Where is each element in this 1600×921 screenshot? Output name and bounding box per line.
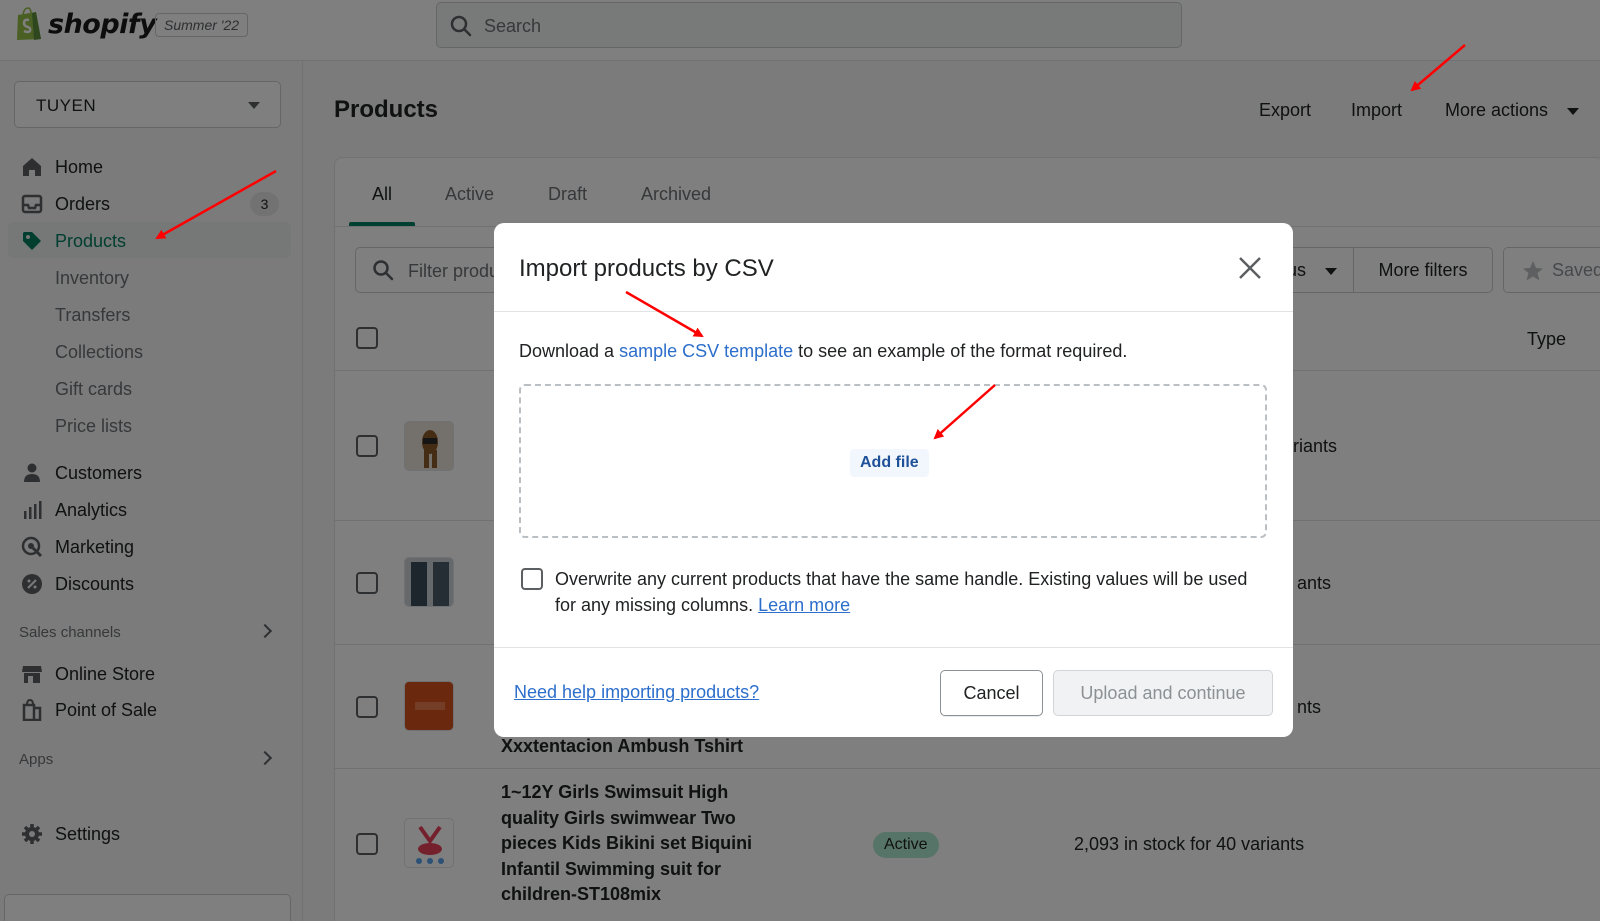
desc-text-after: to see an example of the format required…	[793, 341, 1128, 361]
add-file-button[interactable]: Add file	[850, 449, 929, 477]
upload-and-continue-button[interactable]: Upload and continue	[1053, 670, 1273, 716]
overwrite-label: Overwrite any current products that have…	[555, 566, 1255, 618]
modal-description: Download a sample CSV template to see an…	[519, 341, 1127, 362]
modal-header-divider	[494, 311, 1293, 312]
overwrite-checkbox[interactable]	[521, 568, 543, 590]
desc-text-before: Download a	[519, 341, 620, 361]
import-csv-modal: Import products by CSV Download a sample…	[494, 223, 1293, 737]
modal-title: Import products by CSV	[519, 255, 774, 282]
close-icon[interactable]	[1237, 255, 1263, 281]
cancel-button[interactable]: Cancel	[940, 670, 1043, 716]
modal-footer-divider	[494, 647, 1293, 648]
overwrite-text: Overwrite any current products that have…	[555, 569, 1248, 615]
file-dropzone[interactable]: Add file	[519, 384, 1267, 538]
learn-more-link[interactable]: Learn more	[758, 595, 850, 615]
sample-csv-template-link[interactable]: sample CSV template	[619, 341, 793, 361]
help-importing-link[interactable]: Need help importing products?	[514, 682, 759, 703]
